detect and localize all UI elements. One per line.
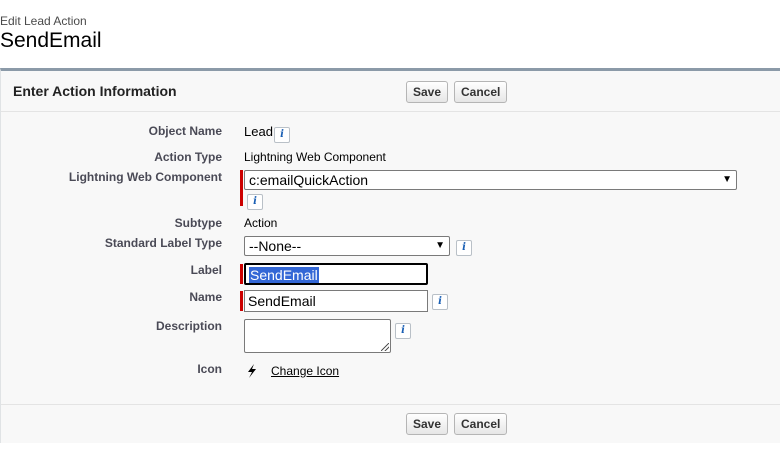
name-input[interactable]: SendEmail [244,290,428,312]
icon-field-label: Icon [197,362,222,376]
standard-label-type-value: --None-- [249,238,302,254]
save-button-bottom[interactable]: Save [406,413,449,435]
description-label: Description [155,319,222,333]
resize-grip-icon[interactable] [381,343,389,351]
lwc-select[interactable]: c:emailQuickAction ▼ [244,170,737,190]
name-field-label: Name [189,290,222,304]
lightning-bolt-icon [248,364,256,378]
lwc-select-value: c:emailQuickAction [249,172,369,188]
action-type-value: Lightning Web Component [244,150,386,164]
lwc-label: Lightning Web Component [68,170,222,184]
action-edit-panel: Enter Action Information Save Cancel Obj… [0,68,780,443]
cancel-button-top[interactable]: Cancel [454,81,508,103]
label-input[interactable]: SendEmail [244,263,428,285]
object-name-label: Object Name [148,124,222,138]
name-info-icon[interactable]: i [432,294,448,310]
page-title: SendEmail [0,29,102,52]
lwc-required-bar [240,170,243,206]
page-subtitle: Edit Lead Action [0,14,87,28]
name-required-bar [240,291,243,311]
panel-footer: Save Cancel [1,404,780,443]
description-textarea[interactable] [244,319,391,353]
label-required-bar [240,264,243,284]
label-input-selected-text: SendEmail [249,267,319,283]
standard-label-type-info-icon[interactable]: i [456,240,472,256]
chevron-down-icon: ▼ [435,240,445,251]
description-info-icon[interactable]: i [395,323,411,339]
action-type-label: Action Type [154,150,222,164]
label-field-label: Label [190,263,222,277]
panel-header: Enter Action Information Save Cancel [1,71,780,112]
change-icon-link[interactable]: Change Icon [271,364,339,378]
object-name-info-icon[interactable]: i [274,127,290,143]
subtype-value: Action [244,216,278,230]
panel-title: Enter Action Information [13,83,177,99]
chevron-down-icon: ▼ [722,174,732,185]
standard-label-type-label: Standard Label Type [104,236,222,250]
object-name-value: Lead [244,124,273,139]
cancel-button-bottom[interactable]: Cancel [454,413,508,435]
lwc-info-icon[interactable]: i [247,194,263,210]
standard-label-type-select[interactable]: --None-- ▼ [244,236,450,256]
save-button-top[interactable]: Save [406,81,449,103]
subtype-label: Subtype [174,216,222,230]
